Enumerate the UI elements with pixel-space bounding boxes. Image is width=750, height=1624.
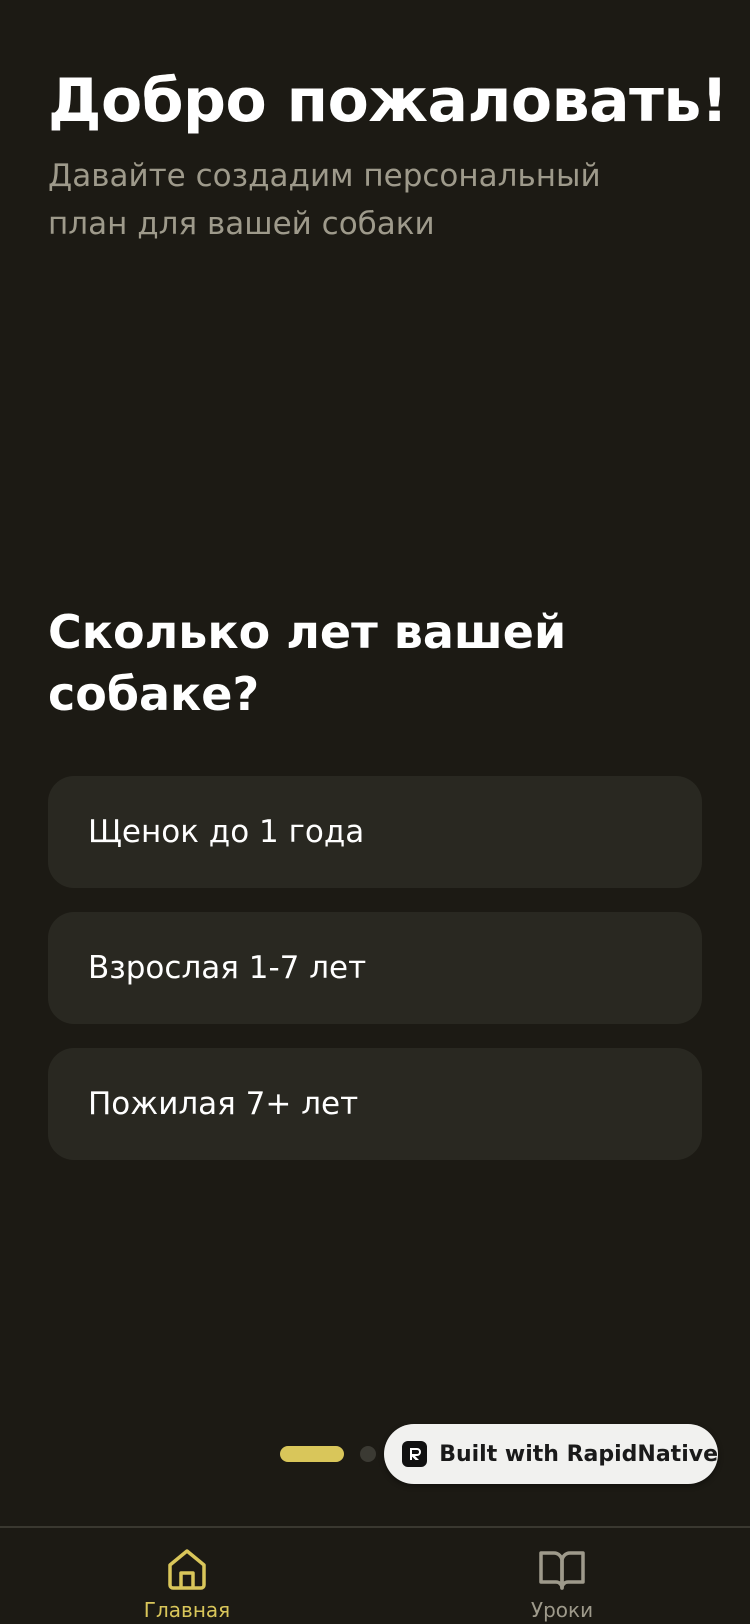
- option-label: Пожилая 7+ лет: [88, 1086, 359, 1122]
- tab-home-label: Главная: [143, 1598, 231, 1622]
- option-adult[interactable]: Взрослая 1-7 лет: [48, 912, 702, 1024]
- built-with-badge[interactable]: Built with RapidNative: [384, 1424, 718, 1484]
- age-question: Сколько лет вашей собаке?: [48, 605, 567, 721]
- tab-lessons[interactable]: Уроки: [462, 1528, 662, 1624]
- option-senior[interactable]: Пожилая 7+ лет: [48, 1048, 702, 1160]
- page-dot: [360, 1446, 376, 1462]
- badge-label: Built with RapidNative: [439, 1441, 718, 1467]
- page-indicator: [280, 1446, 376, 1462]
- age-options-list: Щенок до 1 года Взрослая 1-7 лет Пожилая…: [48, 776, 702, 1184]
- option-puppy[interactable]: Щенок до 1 года: [48, 776, 702, 888]
- welcome-header: Добро пожаловать! Давайте создадим персо…: [48, 62, 728, 248]
- onboarding-screen: Добро пожаловать! Давайте создадим персо…: [0, 0, 750, 1624]
- option-label: Взрослая 1-7 лет: [88, 950, 367, 986]
- option-label: Щенок до 1 года: [88, 814, 365, 850]
- bottom-tab-bar: Главная Уроки: [0, 1526, 750, 1624]
- tab-lessons-label: Уроки: [530, 1598, 594, 1622]
- page-title: Добро пожаловать!: [48, 66, 728, 136]
- page-subtitle: Давайте создадим персональный план для в…: [48, 158, 601, 242]
- tab-home[interactable]: Главная: [87, 1528, 287, 1624]
- rapidnative-logo-icon: [402, 1441, 428, 1467]
- home-icon: [168, 1549, 206, 1590]
- book-icon: [539, 1551, 585, 1590]
- page-dot-active: [280, 1446, 344, 1462]
